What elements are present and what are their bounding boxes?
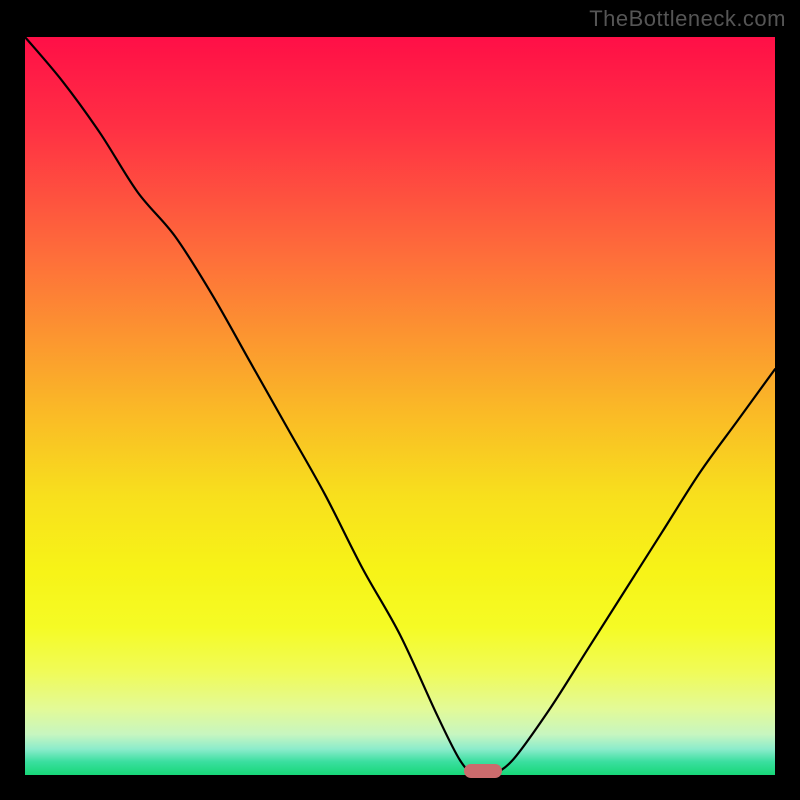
bottleneck-plot (25, 37, 775, 775)
gradient-background (25, 37, 775, 775)
plot-area (25, 37, 775, 775)
watermark-text: TheBottleneck.com (589, 6, 786, 32)
chart-container: TheBottleneck.com (0, 0, 800, 800)
optimal-marker (464, 764, 502, 778)
plot-frame (20, 32, 780, 780)
